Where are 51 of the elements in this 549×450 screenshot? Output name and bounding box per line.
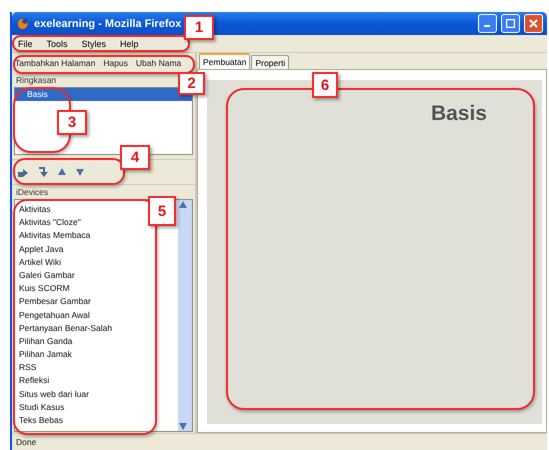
outline-label: Ringkasan — [16, 75, 56, 86]
list-item[interactable]: Galeri Gambar — [19, 268, 75, 282]
scroll-up-icon[interactable] — [178, 200, 188, 210]
scrollbar[interactable] — [178, 200, 192, 431]
list-item[interactable]: Aktivitas "Cloze" — [19, 216, 81, 230]
list-item[interactable]: Pengetahuan Awal — [19, 308, 90, 322]
list-item[interactable]: Teks Bebas — [19, 414, 63, 428]
demote-icon[interactable] — [37, 166, 49, 178]
callout-number: 1 — [184, 15, 214, 40]
list-item[interactable]: Refleksi — [19, 374, 50, 388]
callout-number: 4 — [120, 145, 150, 170]
list-item[interactable]: Pilihan Jamak — [19, 348, 72, 362]
tab[interactable]: Pembuatan — [199, 53, 250, 69]
status-text: Done — [16, 437, 36, 447]
minimize-button[interactable] — [478, 14, 497, 33]
menu-item[interactable]: File — [18, 38, 33, 48]
toolbar-link[interactable]: Hapus — [103, 58, 128, 68]
firefox-icon — [16, 16, 30, 30]
list-item[interactable]: Aktivitas Membaca — [19, 229, 90, 243]
maximize-button[interactable] — [501, 14, 520, 33]
move-up-icon[interactable] — [57, 167, 67, 177]
page-title: Basis — [430, 102, 487, 126]
list-item[interactable]: Pilihan Ganda — [19, 334, 72, 348]
list-item[interactable]: Applet Java — [19, 242, 64, 256]
window-title: exelearning - Mozilla Firefox — [34, 18, 182, 30]
tree-item[interactable]: Basis — [15, 88, 192, 101]
idevices-label: iDevices — [16, 187, 48, 198]
menu-item[interactable]: Help — [120, 38, 139, 48]
list-item[interactable]: Artikel Wiki — [19, 256, 62, 269]
callout-number: 5 — [148, 196, 176, 226]
list-item[interactable]: Situs web dari luar — [19, 388, 89, 401]
list-item[interactable]: Pertanyaan Benar-Salah — [19, 322, 112, 335]
list-item[interactable]: Kuis SCORM — [19, 282, 70, 296]
list-item[interactable]: RSS — [19, 361, 36, 374]
callout-number: 6 — [312, 72, 338, 98]
toolbar-link[interactable]: Tambahkan Halaman — [15, 58, 96, 68]
callout-number: 3 — [57, 110, 87, 135]
menu-item[interactable]: Tools — [46, 38, 68, 48]
scroll-down-icon[interactable] — [178, 421, 188, 431]
list-item[interactable]: Studi Kasus — [19, 400, 64, 414]
toolbar-link[interactable]: Ubah Nama — [136, 58, 182, 68]
callout-number: 2 — [178, 72, 205, 95]
list-item[interactable]: Aktivitas — [19, 203, 51, 216]
maximize-icon — [506, 19, 515, 28]
menu-item[interactable]: Styles — [82, 38, 106, 48]
close-icon — [529, 19, 538, 28]
move-down-icon[interactable] — [75, 167, 85, 177]
promote-icon[interactable] — [17, 166, 29, 178]
close-button[interactable] — [524, 14, 543, 33]
list-item[interactable]: Pembesar Gambar — [19, 295, 91, 308]
tab[interactable]: Properti — [251, 55, 290, 69]
